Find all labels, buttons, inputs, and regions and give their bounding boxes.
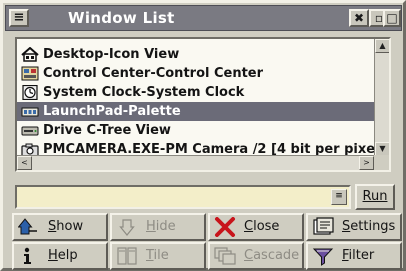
filter-button-label: Filter [342,248,375,263]
hide-arrow-icon [116,217,138,237]
list-item-label: Drive C-Tree View [43,123,171,138]
settings-button-label: Settings [342,219,396,234]
list-item[interactable]: Control Center-Control Center [17,64,374,83]
list-item[interactable]: System Clock-System Clock [17,83,374,102]
hide-button[interactable]: Hide [110,213,206,241]
tile-button-label: Tile [146,248,169,263]
funnel-filter-icon [312,246,334,266]
command-input[interactable] [17,188,329,208]
scroll-left-button[interactable]: < [17,156,32,170]
show-button-label: Show [48,219,84,234]
scroll-right-button[interactable]: > [359,156,374,170]
list-item-label: Desktop-Icon View [43,47,180,62]
tile-icon [116,246,138,266]
help-button[interactable]: Help [12,242,108,270]
scrollbar-corner [374,155,389,170]
scroll-down-button[interactable]: ▼ [375,142,389,156]
title-bar[interactable]: ≡ Window List ✖ ▫ □ [5,5,402,31]
run-button[interactable]: Run [355,184,395,210]
tile-button[interactable]: Tile [110,242,206,270]
list-item-label: System Clock-System Clock [43,85,245,100]
clock-icon [21,84,39,101]
list-item-label: LaunchPad-Palette [43,104,181,119]
system-menu-icon: ≡ [13,10,25,25]
window-listbox[interactable]: Desktop-Icon View Control Center-Control… [15,37,391,172]
window-list-dialog: ≡ Window List ✖ ▫ □ Desktop-Icon View Co… [0,0,406,271]
close-icon: ✖ [353,11,365,25]
list-item-selected[interactable]: LaunchPad-Palette [17,102,374,121]
info-icon [18,246,40,266]
arrow-up-icon: ▲ [379,41,386,50]
restore-icon: ▫ [374,11,384,25]
scroll-up-button[interactable]: ▲ [375,39,389,53]
settings-button[interactable]: Settings [306,213,402,241]
desktop-house-icon [21,46,39,62]
dropdown-list-icon: ≡ [335,191,343,201]
window-title: Window List [68,9,175,27]
run-button-label: Run [362,189,388,204]
settings-notebook-icon [312,217,334,237]
show-button[interactable]: Show [12,213,108,241]
close-button[interactable]: Close [208,213,304,241]
show-arrow-icon [17,217,40,237]
command-dropdown-button[interactable]: ≡ [331,189,347,205]
cascade-button[interactable]: Cascade [208,242,304,270]
cascade-button-label: Cascade [244,248,300,263]
arrow-right-icon: > [363,158,370,167]
list-item-label: Control Center-Control Center [43,66,264,81]
hide-button-label: Hide [146,219,176,234]
vertical-scrollbar[interactable]: ▲ ▼ [374,39,389,156]
list-item[interactable]: Desktop-Icon View [17,45,374,64]
arrow-left-icon: < [21,158,28,167]
red-x-icon [214,217,236,237]
maximize-icon: □ [386,11,398,25]
window-list-items: Desktop-Icon View Control Center-Control… [17,45,385,159]
maximize-button[interactable]: □ [383,9,401,27]
close-window-button[interactable]: ✖ [349,9,369,27]
horizontal-scrollbar[interactable]: < > [17,155,374,170]
arrow-down-icon: ▼ [379,144,386,153]
filter-button[interactable]: Filter [306,242,402,270]
drive-icon [21,123,39,138]
system-menu-button[interactable]: ≡ [9,9,29,27]
launchpad-icon [21,104,39,119]
help-button-label: Help [48,248,78,263]
close-button-label: Close [244,219,280,234]
cascade-icon [214,246,236,266]
command-combo[interactable]: ≡ [15,185,351,209]
control-center-icon [21,66,39,81]
list-item[interactable]: Drive C-Tree View [17,121,374,140]
